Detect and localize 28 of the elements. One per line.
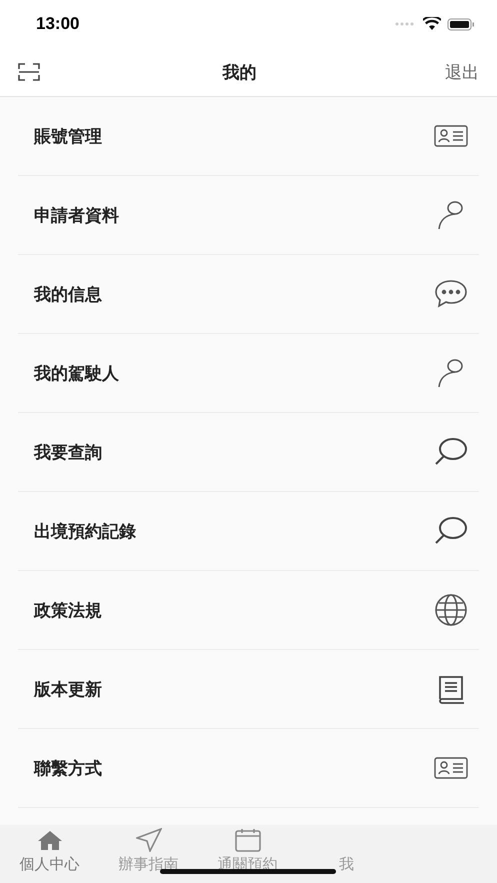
home-icon — [36, 830, 62, 850]
person-icon — [437, 200, 465, 230]
battery-icon — [447, 18, 475, 30]
menu-item[interactable]: 出境預約記錄 — [18, 492, 479, 571]
menu-item[interactable]: 我要查詢 — [18, 413, 479, 492]
id-card-icon — [434, 757, 468, 779]
logout-link[interactable]: 退出 — [439, 60, 479, 84]
menu-item[interactable]: 我的信息 — [18, 255, 479, 334]
menu-item[interactable]: 聯繫方式 — [18, 729, 479, 808]
paper-plane-icon — [136, 828, 162, 852]
speech-bubble-icon — [434, 516, 468, 546]
menu-item[interactable]: 版本更新 — [18, 650, 479, 729]
document-icon — [437, 674, 465, 704]
wifi-icon — [423, 17, 441, 31]
menu-item[interactable]: 我的駕駛人 — [18, 334, 479, 413]
tab-item[interactable]: 個人中心 — [0, 827, 99, 883]
id-card-icon — [434, 125, 468, 147]
chat-icon — [434, 279, 468, 309]
globe-icon — [434, 594, 468, 626]
menu-item[interactable]: 政策法規 — [18, 571, 479, 650]
calendar-icon — [234, 828, 262, 852]
person-icon — [437, 358, 465, 388]
speech-bubble-icon — [434, 437, 468, 467]
page-title: 我的 — [222, 62, 256, 84]
menu-item[interactable]: 申請者資料 — [18, 176, 479, 255]
menu-item[interactable]: 賬號管理 — [18, 97, 479, 176]
scan-icon[interactable] — [18, 63, 40, 81]
status-time: 13:00 — [36, 14, 80, 34]
